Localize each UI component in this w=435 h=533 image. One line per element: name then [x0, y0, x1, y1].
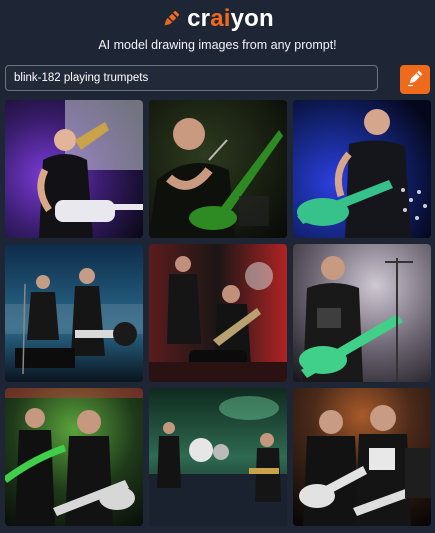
generated-image-3[interactable]: [293, 100, 431, 238]
generated-image-6[interactable]: [293, 244, 431, 382]
pencil-icon: [406, 69, 424, 90]
generated-image-8[interactable]: [149, 388, 287, 526]
tagline: AI model drawing images from any prompt!: [98, 38, 337, 52]
generated-image-7[interactable]: [5, 388, 143, 526]
generated-image-9[interactable]: [293, 388, 431, 526]
logo-wordmark: craiyon: [187, 5, 274, 32]
generated-image-5[interactable]: [149, 244, 287, 382]
results-grid: [5, 100, 431, 528]
generated-image-1[interactable]: [5, 100, 143, 238]
generated-image-4[interactable]: [5, 244, 143, 382]
logo[interactable]: craiyon: [0, 4, 435, 34]
prompt-input[interactable]: [5, 65, 378, 91]
draw-button[interactable]: [400, 65, 430, 94]
generated-image-2[interactable]: [149, 100, 287, 238]
crayon-icon: [161, 9, 181, 29]
